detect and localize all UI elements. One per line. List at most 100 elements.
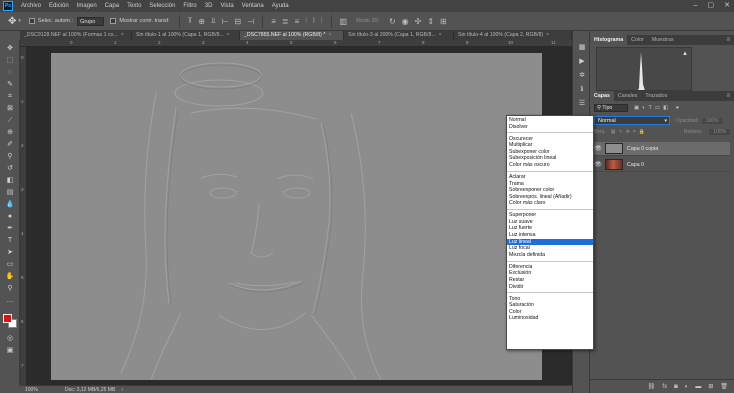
blend-mode-option[interactable]: Disolver	[507, 124, 593, 131]
tab-color[interactable]: Color	[627, 35, 648, 45]
minimize-icon[interactable]: –	[694, 0, 698, 12]
align-bottom-icon[interactable]: ⫫	[211, 16, 216, 26]
adjustment-layer-icon[interactable]: ◐	[685, 384, 689, 390]
quick-mask-icon[interactable]: ◎	[3, 334, 17, 344]
align-center-icon[interactable]: ⊟	[235, 17, 242, 26]
blend-mode-option[interactable]: Superponer	[507, 212, 593, 219]
menu-seleccion[interactable]: Selección	[145, 0, 179, 12]
blend-mode-option[interactable]: Saturación	[507, 302, 593, 309]
align-top-icon[interactable]: ⫪	[188, 16, 193, 26]
tab-muestras[interactable]: Muestras	[648, 35, 678, 45]
new-group-icon[interactable]: ▬	[695, 384, 701, 390]
blend-mode-option[interactable]: Normal	[507, 117, 593, 124]
history-panel-icon[interactable]: ▦	[576, 43, 588, 53]
pen-tool-icon[interactable]: ✒	[3, 224, 17, 234]
clone-stamp-tool-icon[interactable]: ⚲	[3, 152, 17, 162]
close-icon[interactable]: ✕	[724, 0, 730, 12]
blend-mode-option[interactable]: Subexponer color	[507, 149, 593, 156]
rectangle-tool-icon[interactable]: ▭	[3, 260, 17, 270]
adjustments-panel-icon[interactable]: ✲	[576, 71, 588, 81]
menu-imagen[interactable]: Imagen	[73, 0, 101, 12]
chevron-right-icon[interactable]: ›	[121, 387, 123, 393]
transform-controls-checkbox[interactable]	[110, 18, 117, 24]
panel-menu-icon[interactable]: ≡	[726, 91, 734, 101]
blend-mode-option[interactable]: Restar	[507, 277, 593, 284]
new-layer-icon[interactable]: ⊞	[708, 383, 713, 390]
tab-trazados[interactable]: Trazados	[641, 91, 671, 101]
trash-icon[interactable]: 🗑	[720, 383, 728, 390]
auto-select-dropdown[interactable]: Grupo	[77, 16, 105, 26]
menu-archivo[interactable]: Archivo	[17, 0, 45, 12]
add-mask-icon[interactable]: ◙	[674, 384, 678, 390]
info-panel-icon[interactable]: ℹ	[576, 85, 588, 95]
move-tool-icon[interactable]: ✥	[3, 44, 17, 54]
close-icon[interactable]: ×	[439, 32, 442, 38]
tab-histograma[interactable]: Histograma	[590, 35, 628, 45]
blend-mode-option[interactable]: Oscurecer	[507, 136, 593, 143]
history-brush-tool-icon[interactable]: ↺	[3, 164, 17, 174]
tab-document-2[interactable]: Sin título-1 al 100% (Capa 1, RGB/8... ×	[132, 31, 240, 40]
more-tools-icon[interactable]: …	[3, 296, 17, 306]
close-icon[interactable]: ×	[328, 32, 331, 38]
blend-mode-option[interactable]: Luz intensa	[507, 232, 593, 239]
pan-3d-icon[interactable]: ✣	[415, 17, 422, 26]
distribute-bottom-icon[interactable]: ≡	[295, 17, 300, 26]
blend-mode-option[interactable]: Color más oscuro	[507, 162, 593, 169]
menu-3d[interactable]: 3D	[201, 0, 217, 12]
close-icon[interactable]: ×	[227, 32, 230, 38]
align-right-icon[interactable]: ⊣	[247, 17, 254, 26]
blend-mode-option[interactable]: Luz focal	[507, 245, 593, 252]
quick-select-tool-icon[interactable]: ✎	[3, 80, 17, 90]
blend-mode-dropdown[interactable]: Normal	[594, 116, 670, 125]
actions-panel-icon[interactable]: ▶	[576, 57, 588, 67]
blend-mode-option[interactable]: Color	[507, 309, 593, 316]
blend-mode-option[interactable]: Aclarar	[507, 174, 593, 181]
path-selection-tool-icon[interactable]: ➤	[3, 248, 17, 258]
layer-filter-dropdown[interactable]: ⚲ Tipo	[594, 103, 628, 112]
dodge-tool-icon[interactable]: ●	[3, 212, 17, 222]
tab-document-5[interactable]: Sin título-4 al 100% (Capa 2, RGB/8) ×	[454, 31, 572, 40]
menu-ventana[interactable]: Ventana	[238, 0, 268, 12]
zoom-level[interactable]: 100%	[25, 387, 65, 393]
blend-mode-option[interactable]: Trama	[507, 181, 593, 188]
type-tool-icon[interactable]: T	[3, 236, 17, 246]
layer-row[interactable]: 👁 Capa 0	[594, 158, 730, 172]
tab-document-1[interactable]: _DSC9128.NEF al 100% (Formas 1 co... ×	[20, 31, 132, 40]
gradient-tool-icon[interactable]: ▤	[3, 188, 17, 198]
document-canvas[interactable]	[51, 53, 542, 380]
roll-3d-icon[interactable]: ◉	[402, 17, 409, 26]
eyedropper-tool-icon[interactable]: ⟋	[3, 116, 17, 126]
hand-tool-icon[interactable]: ✋	[3, 272, 17, 282]
distribute-top-icon[interactable]: ≡	[271, 17, 276, 26]
distribute-right-icon[interactable]: ⦙	[321, 16, 323, 26]
menu-capa[interactable]: Capa	[101, 0, 123, 12]
zoom-tool-icon[interactable]: ⚲	[3, 284, 17, 294]
align-middle-icon[interactable]: ⊕	[198, 17, 205, 26]
blend-mode-option[interactable]: Subexposición lineal	[507, 155, 593, 162]
move-tool-icon[interactable]: ✥	[8, 16, 16, 27]
distribute-middle-icon[interactable]: ≣	[282, 17, 289, 26]
opacity-input[interactable]: 100%	[701, 117, 723, 124]
foreground-color-swatch[interactable]	[3, 314, 12, 323]
blend-mode-option[interactable]: Luz lineal	[507, 238, 593, 246]
chevron-down-icon[interactable]: ▾	[18, 18, 21, 24]
artboard-tool-icon[interactable]: ⬚	[3, 56, 17, 66]
blend-mode-option[interactable]: Luz suave	[507, 219, 593, 226]
auto-select-checkbox[interactable]	[28, 18, 35, 24]
tab-document-active[interactable]: _DSC7855.NEF al 100% (RGB/8) * ×	[240, 31, 344, 40]
auto-align-icon[interactable]: ▥	[340, 17, 348, 26]
screen-mode-icon[interactable]: ▣	[3, 346, 17, 356]
lock-icons[interactable]: ▦✎✥⌗🔒	[611, 129, 648, 135]
eye-icon[interactable]: 👁	[594, 161, 602, 168]
align-left-icon[interactable]: ⊢	[222, 17, 229, 26]
eraser-tool-icon[interactable]: ◧	[3, 176, 17, 186]
blend-mode-option[interactable]: Dividir	[507, 284, 593, 291]
layer-row[interactable]: 👁 Capa 0 copia	[594, 142, 730, 156]
slide-3d-icon[interactable]: ⇕	[427, 17, 434, 26]
tab-canales[interactable]: Canales	[614, 91, 641, 101]
properties-panel-icon[interactable]: ☰	[576, 99, 588, 109]
scale-3d-icon[interactable]: ⊞	[440, 17, 447, 26]
eye-icon[interactable]: 👁	[594, 145, 602, 152]
menu-vista[interactable]: Vista	[216, 0, 237, 12]
blend-mode-option[interactable]: Exclusión	[507, 270, 593, 277]
